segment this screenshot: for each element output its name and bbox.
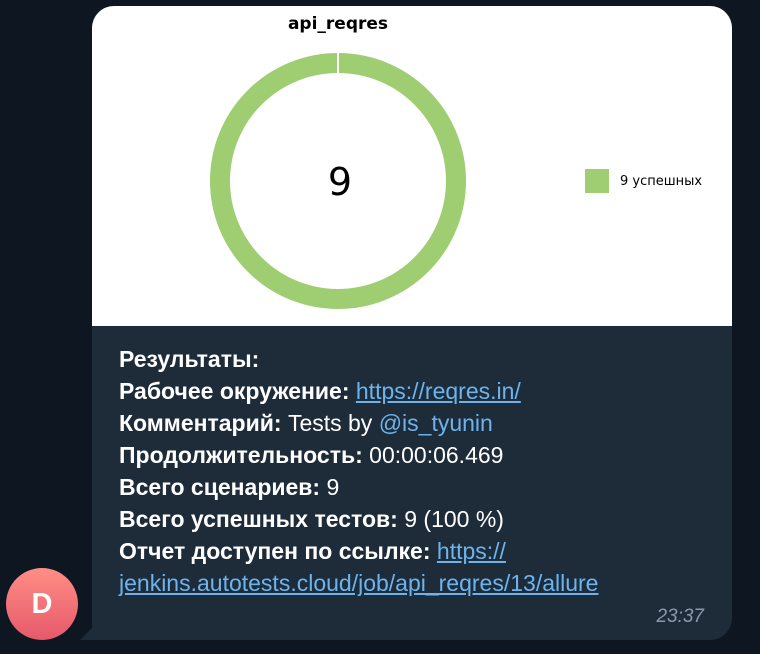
comment-value: Tests by [287, 410, 373, 436]
avatar-letter: D [31, 587, 53, 620]
duration-label: Продолжительность: [119, 442, 363, 468]
env-label: Рабочее окружение: [119, 378, 350, 404]
comment-mention[interactable]: @is_tyunin [379, 410, 493, 436]
comment-line: Комментарий: Tests by @is_tyunin [119, 407, 719, 439]
scenarios-label: Всего сценариев: [119, 474, 321, 500]
env-link[interactable]: https://reqres.in/ [356, 378, 521, 404]
scenarios-value: 9 [326, 474, 340, 500]
passed-value: 9 (100 %) [404, 506, 504, 532]
message-time: 23:37 [656, 606, 704, 627]
duration-line: Продолжительность: 00:00:06.469 [119, 439, 719, 471]
message-bubble[interactable]: api_reqres 9 9 успешных Результаты: Рабо… [92, 6, 732, 640]
env-line: Рабочее окружение: https://reqres.in/ [119, 375, 719, 407]
passed-label: Всего успешных тестов: [119, 506, 398, 532]
chart-image[interactable]: api_reqres 9 9 успешных [92, 6, 732, 326]
scenarios-line: Всего сценариев: 9 [119, 471, 719, 503]
legend-label: 9 успешных [620, 174, 703, 189]
donut-center-value: 9 [328, 160, 352, 204]
report-label: Отчет доступен по ссылке: [119, 538, 431, 564]
report-line: Отчет доступен по ссылке: https:// [119, 535, 719, 567]
results-line: Результаты: [119, 343, 719, 375]
donut-chart: 9 [210, 51, 466, 309]
duration-value: 00:00:06.469 [369, 442, 504, 468]
passed-line: Всего успешных тестов: 9 (100 %) [119, 503, 719, 535]
sender-avatar[interactable]: D [6, 568, 78, 640]
results-label: Результаты: [119, 346, 260, 372]
report-link-line: jenkins.autotests.cloud/job/api_reqres/1… [119, 567, 719, 599]
message-text: Результаты: Рабочее окружение: https://r… [119, 343, 719, 599]
report-link-part1[interactable]: https:// [437, 538, 506, 564]
legend-swatch [585, 169, 609, 193]
comment-label: Комментарий: [119, 410, 282, 436]
report-link-part2[interactable]: jenkins.autotests.cloud/job/api_reqres/1… [119, 570, 598, 596]
